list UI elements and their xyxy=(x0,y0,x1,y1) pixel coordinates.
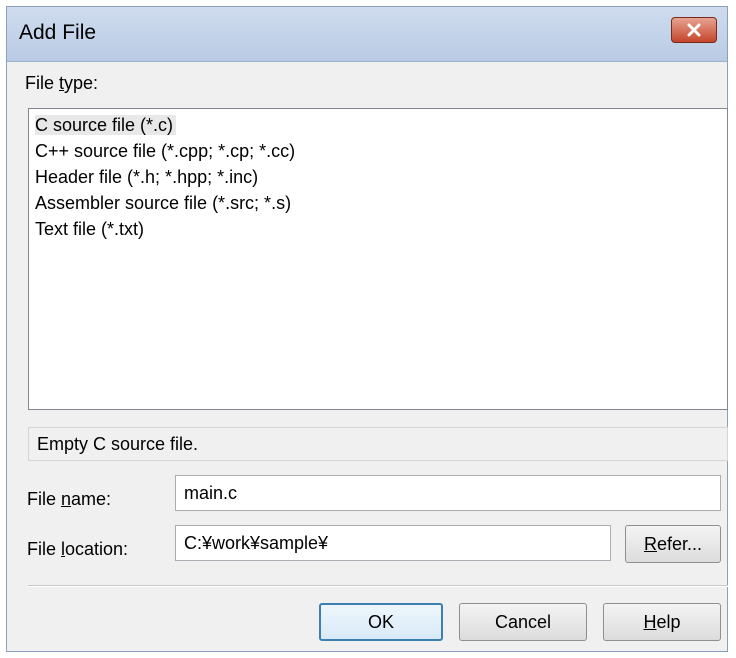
list-item-header[interactable]: Header file (*.h; *.hpp; *.inc) xyxy=(31,164,725,190)
list-item-label: Text file (*.txt) xyxy=(35,219,145,239)
close-icon xyxy=(687,23,701,37)
list-item-label: C source file (*.c) xyxy=(35,115,177,135)
separator xyxy=(28,585,728,587)
help-button[interactable]: Help xyxy=(603,603,721,641)
close-button[interactable] xyxy=(671,17,717,43)
file-type-list[interactable]: C source file (*.c) C++ source file (*.c… xyxy=(28,108,728,410)
title-bar[interactable]: Add File xyxy=(7,7,727,62)
list-item-label: Header file (*.h; *.hpp; *.inc) xyxy=(35,167,259,187)
list-item-c-source[interactable]: C source file (*.c) xyxy=(31,112,725,138)
file-type-description: Empty C source file. xyxy=(28,427,728,461)
list-item-text[interactable]: Text file (*.txt) xyxy=(31,216,725,242)
list-item-label: Assembler source file (*.src; *.s) xyxy=(35,193,292,213)
file-type-label: File type: xyxy=(25,73,99,93)
file-location-label: File location: xyxy=(27,539,129,559)
file-name-label: File name: xyxy=(27,489,112,509)
dialog-title: Add File xyxy=(19,21,97,44)
list-item-label: C++ source file (*.cpp; *.cp; *.cc) xyxy=(35,141,296,161)
file-location-input[interactable] xyxy=(175,525,611,561)
list-item-assembler[interactable]: Assembler source file (*.src; *.s) xyxy=(31,190,725,216)
file-name-input[interactable] xyxy=(175,475,721,511)
ok-button[interactable]: OK xyxy=(319,603,443,641)
cancel-button[interactable]: Cancel xyxy=(459,603,587,641)
add-file-dialog: Add File File type: C source file (*.c) … xyxy=(6,6,728,652)
refer-button[interactable]: Refer... xyxy=(625,525,721,563)
list-item-cpp-source[interactable]: C++ source file (*.cpp; *.cp; *.cc) xyxy=(31,138,725,164)
